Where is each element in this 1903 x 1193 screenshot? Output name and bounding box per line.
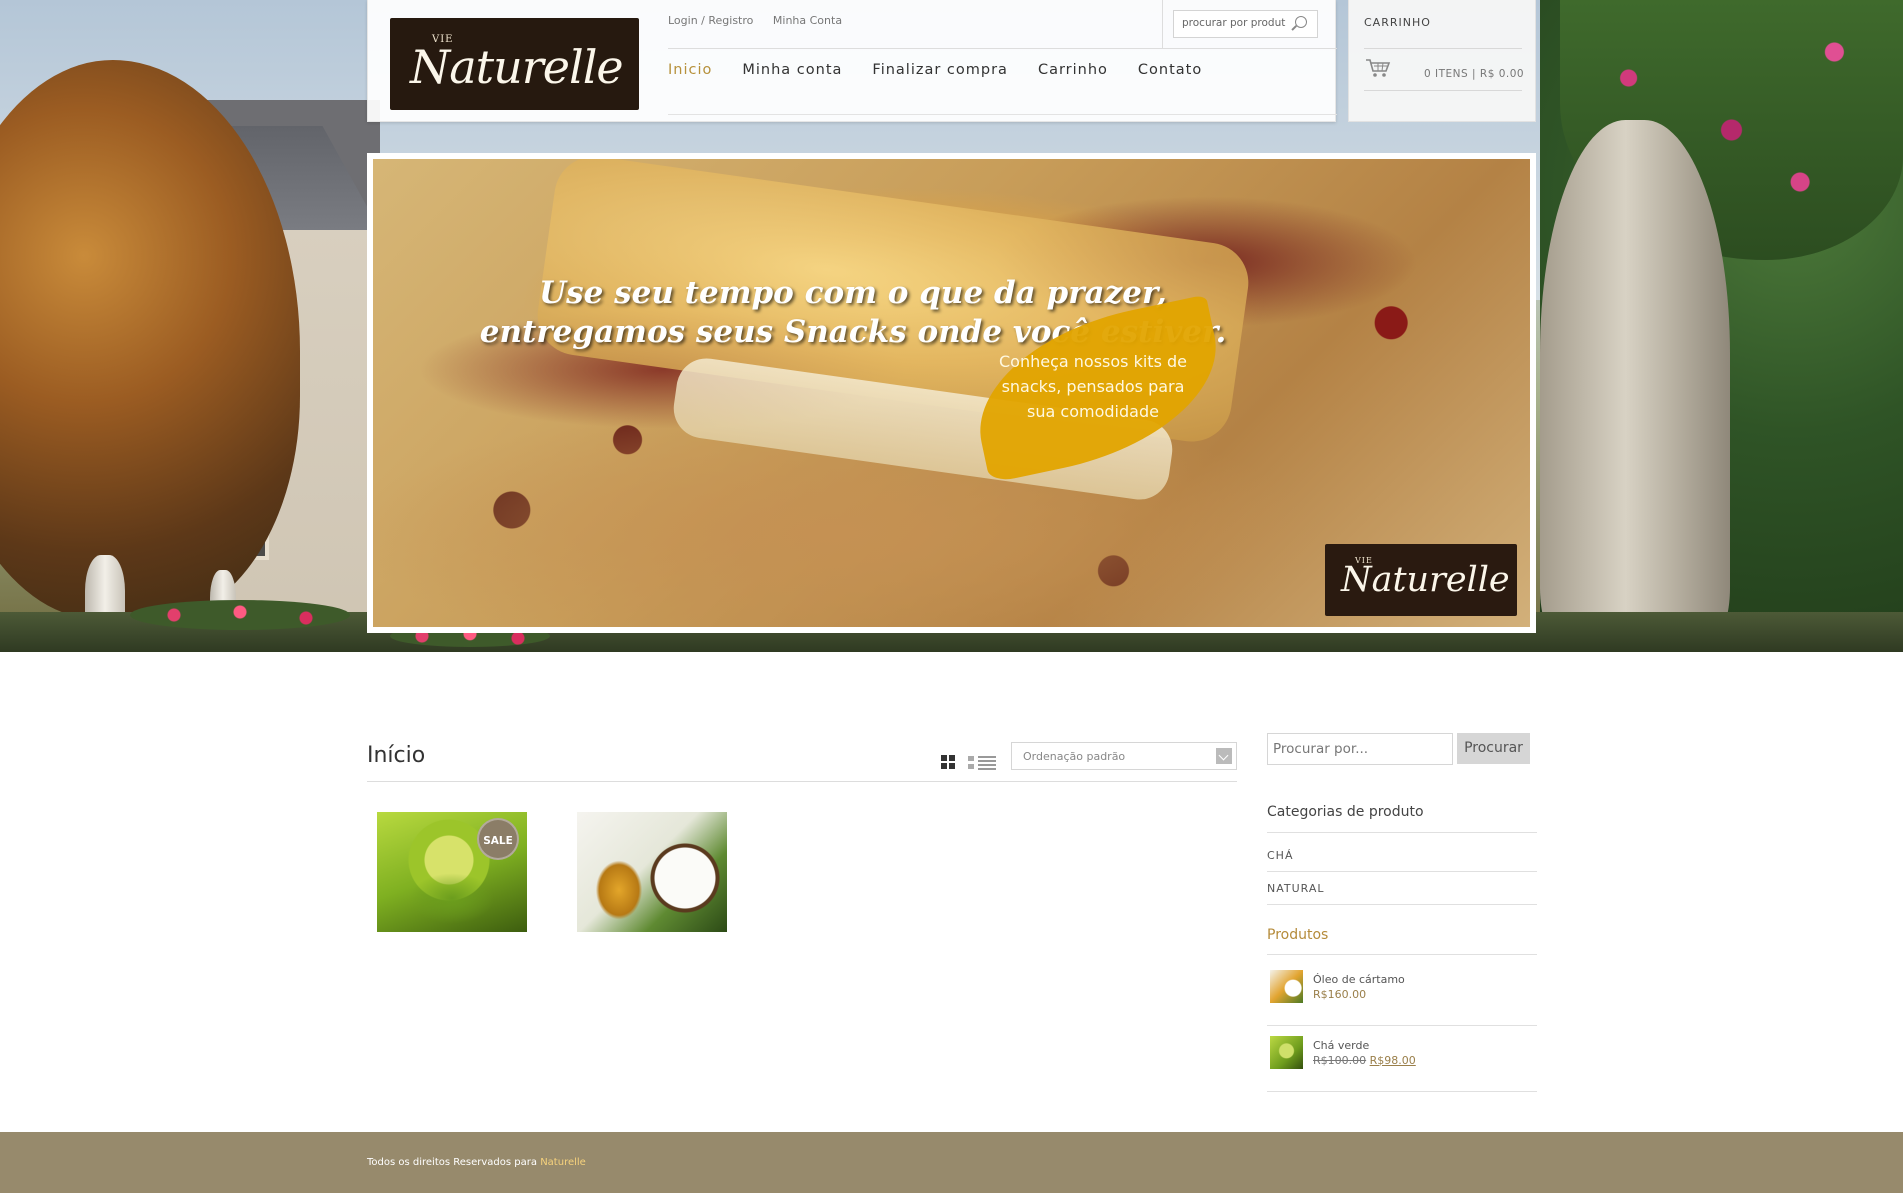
site-header: VIE Naturelle Login / Registro Minha Con… (367, 0, 1337, 122)
flower-bed (130, 600, 350, 630)
banner-leaf-text: Conheça nossos kits de snacks, pensados … (999, 352, 1187, 421)
cart-icon (1366, 59, 1391, 77)
product-thumb-cha[interactable] (1270, 1036, 1303, 1069)
footer-brand-link[interactable]: Naturelle (540, 1157, 586, 1168)
categories-title: Categorias de produto (1267, 804, 1424, 820)
nav-minha-conta[interactable]: Minha conta (742, 62, 842, 78)
sidebar-search-input[interactable]: Procurar por... (1267, 733, 1453, 765)
category-cha[interactable]: CHÁ (1267, 849, 1293, 862)
banner-logo-text: Naturelle (1341, 560, 1510, 600)
product-thumb-oleo[interactable] (1270, 970, 1303, 1003)
top-links: Login / Registro Minha Conta (668, 14, 858, 27)
sort-select-value: Ordenação padrão (1023, 750, 1126, 763)
sale-badge: SALE (477, 818, 519, 860)
cart-widget[interactable]: CARRINHO 0 ITENS | R$ 0.00 (1348, 0, 1536, 122)
search-icon[interactable] (1295, 16, 1307, 28)
product-price-cha: R$100.00 R$98.00 (1313, 1054, 1416, 1067)
banner-logo: VIE Naturelle (1325, 544, 1517, 616)
logo-text: Naturelle (410, 40, 624, 94)
page-title: Início (367, 743, 426, 768)
product-price-oleo: R$160.00 (1313, 988, 1367, 1001)
site-logo[interactable]: VIE Naturelle (390, 18, 639, 110)
product-card-oleo-de-cartamo[interactable] (577, 812, 727, 932)
my-account-link[interactable]: Minha Conta (773, 14, 842, 27)
footer-copyright: Todos os direitos Reservados para (367, 1157, 538, 1168)
banner-image: Use seu tempo com o que da prazer, entre… (373, 159, 1530, 627)
login-register-link[interactable]: Login / Registro (668, 14, 753, 27)
site-footer: Todos os direitos Reservados para Nature… (0, 1132, 1903, 1193)
nav-inicio[interactable]: Inicio (668, 62, 712, 78)
cart-total: 0 ITENS | R$ 0.00 (1424, 68, 1525, 80)
sidebar-search-button[interactable]: Procurar (1457, 733, 1530, 764)
hero-banner[interactable]: Use seu tempo com o que da prazer, entre… (367, 153, 1536, 633)
category-natural[interactable]: NATURAL (1267, 882, 1325, 895)
main-nav: Inicio Minha conta Finalizar compra Carr… (668, 62, 1232, 78)
sort-select[interactable]: Ordenação padrão (1011, 742, 1237, 770)
product-card-cha-verde[interactable]: SALE (377, 812, 527, 932)
product-name-oleo[interactable]: Óleo de cártamo (1313, 973, 1405, 986)
products-title: Produtos (1267, 927, 1329, 943)
sale-price: R$98.00 (1369, 1054, 1416, 1067)
old-price: R$100.00 (1313, 1054, 1367, 1067)
chevron-down-icon (1216, 748, 1232, 764)
product-name-cha[interactable]: Chá verde (1313, 1039, 1369, 1052)
footer-text: Todos os direitos Reservados para Nature… (367, 1157, 586, 1168)
list-view-icon[interactable] (968, 755, 996, 770)
header-search: procurar por produt (1162, 0, 1337, 48)
nav-contato[interactable]: Contato (1138, 62, 1202, 78)
grid-view-icon[interactable] (941, 755, 955, 769)
nav-carrinho[interactable]: Carrinho (1038, 62, 1108, 78)
cart-title: CARRINHO (1364, 16, 1431, 29)
nav-finalizar-compra[interactable]: Finalizar compra (872, 62, 1008, 78)
statue (1540, 120, 1730, 640)
